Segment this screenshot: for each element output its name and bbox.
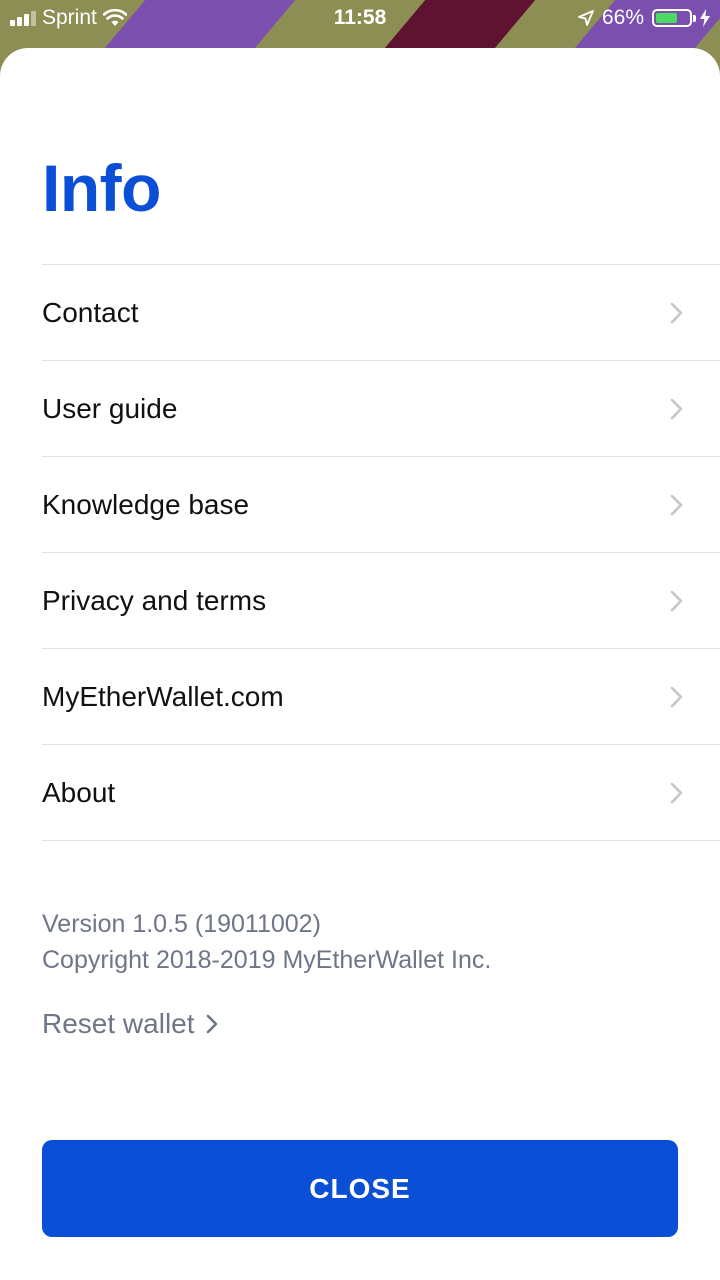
menu-item-label: About xyxy=(42,776,116,808)
reset-wallet-label: Reset wallet xyxy=(42,1008,195,1039)
charging-bolt-icon xyxy=(700,9,710,27)
location-arrow-icon xyxy=(578,10,594,26)
menu-item-privacy-and-terms[interactable]: Privacy and terms xyxy=(42,553,720,649)
menu-item-knowledge-base[interactable]: Knowledge base xyxy=(42,457,720,553)
chevron-right-icon xyxy=(206,1014,217,1034)
menu-item-label: Privacy and terms xyxy=(42,584,267,616)
menu-item-contact[interactable]: Contact xyxy=(42,265,720,361)
menu-item-label: MyEtherWallet.com xyxy=(42,680,284,712)
app-meta: Version 1.0.5 (19011002) Copyright 2018-… xyxy=(42,906,491,978)
battery-level-fill xyxy=(656,13,677,23)
status-bar-right: 66% xyxy=(578,6,710,30)
menu-item-about[interactable]: About xyxy=(42,745,720,841)
menu-item-label: Knowledge base xyxy=(42,488,250,520)
menu-item-user-guide[interactable]: User guide xyxy=(42,361,720,457)
chevron-right-icon xyxy=(670,782,683,803)
menu-item-label: User guide xyxy=(42,392,178,424)
battery-percent: 66% xyxy=(601,6,644,29)
menu-item-website[interactable]: MyEtherWallet.com xyxy=(42,649,720,745)
chevron-right-icon xyxy=(670,302,683,323)
chevron-right-icon xyxy=(670,398,683,419)
menu-item-label: Contact xyxy=(42,296,139,328)
page-title: Info xyxy=(42,151,161,225)
chevron-right-icon xyxy=(670,494,683,515)
copyright-text: Copyright 2018-2019 MyEtherWallet Inc. xyxy=(42,946,492,974)
close-button[interactable]: CLOSE xyxy=(42,1140,678,1237)
chevron-right-icon xyxy=(670,590,683,611)
version-text: Version 1.0.5 (19011002) xyxy=(42,910,321,938)
status-bar: Sprint 11:58 66% xyxy=(0,0,720,38)
info-menu: Contact User guide Knowledge base Privac… xyxy=(42,264,720,841)
info-sheet: Info Contact User guide Knowledge base P… xyxy=(0,48,720,1280)
chevron-right-icon xyxy=(670,686,683,707)
reset-wallet-link[interactable]: Reset wallet xyxy=(42,1008,219,1040)
battery-icon xyxy=(652,9,696,27)
